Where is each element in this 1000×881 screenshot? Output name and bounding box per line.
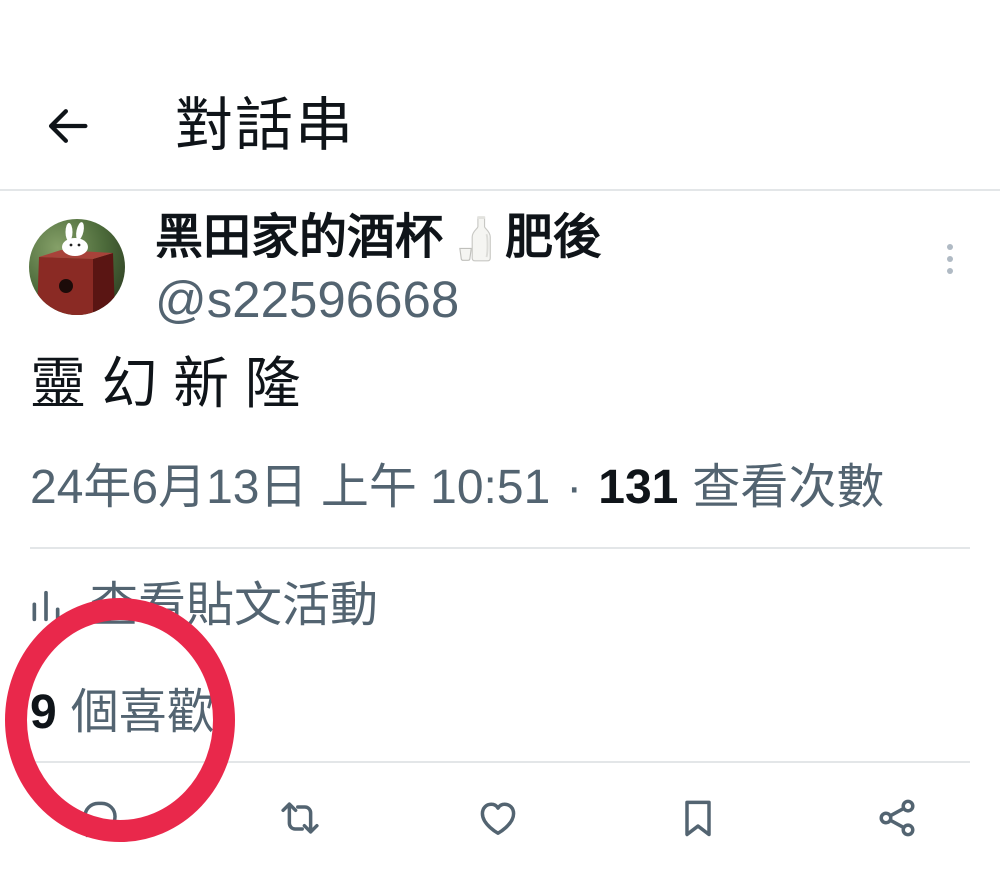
like-button[interactable] [476,796,520,840]
post-timestamp[interactable]: 24年6月13日 上午 10:51 [30,461,550,514]
display-name-text: 黑田家的酒杯 [155,211,444,264]
header-divider [0,189,1000,191]
meta-separator: · [566,461,583,514]
page-title: 對話串 [175,93,356,158]
reply-button[interactable] [78,796,122,840]
bookmark-button[interactable] [676,796,720,840]
share-button[interactable] [875,796,919,840]
meta-divider [30,547,970,549]
like-icon [480,802,516,835]
share-icon [879,799,915,837]
analytics-icon [32,590,60,622]
view-post-activity-link[interactable]: 查看貼文活動 [26,582,378,630]
back-arrow-icon [48,109,88,143]
likes-count: 9 [30,686,57,739]
more-button[interactable] [938,238,962,280]
author-display-name[interactable]: 黑田家的酒杯 肥後 [155,214,601,262]
back-button[interactable] [42,100,94,152]
likes-divider [30,761,970,763]
view-post-activity-label: 查看貼文活動 [90,579,379,632]
bookmark-icon [685,800,711,837]
avatar[interactable] [29,219,125,315]
author-handle[interactable]: @s22596668 [155,274,459,325]
post-meta: 24年6月13日 上午 10:51 · 131 查看次數 [30,464,884,512]
repost-button[interactable] [278,796,322,840]
likes-label: 個喜歡 [70,686,215,739]
views-count: 131 [598,461,679,514]
likes-summary[interactable]: 9 個喜歡 [30,689,215,737]
reply-icon [83,801,117,838]
post-text: 靈 幻 新 隆 [30,352,301,415]
display-name-suffix: 肥後 [505,211,602,264]
views-label: 查看次數 [692,461,885,514]
sake-bottle-icon [459,216,491,262]
more-vertical-icon [947,244,953,274]
red-circle-annotation [5,598,235,842]
retweet-icon [281,802,319,834]
avatar-image [29,219,125,315]
